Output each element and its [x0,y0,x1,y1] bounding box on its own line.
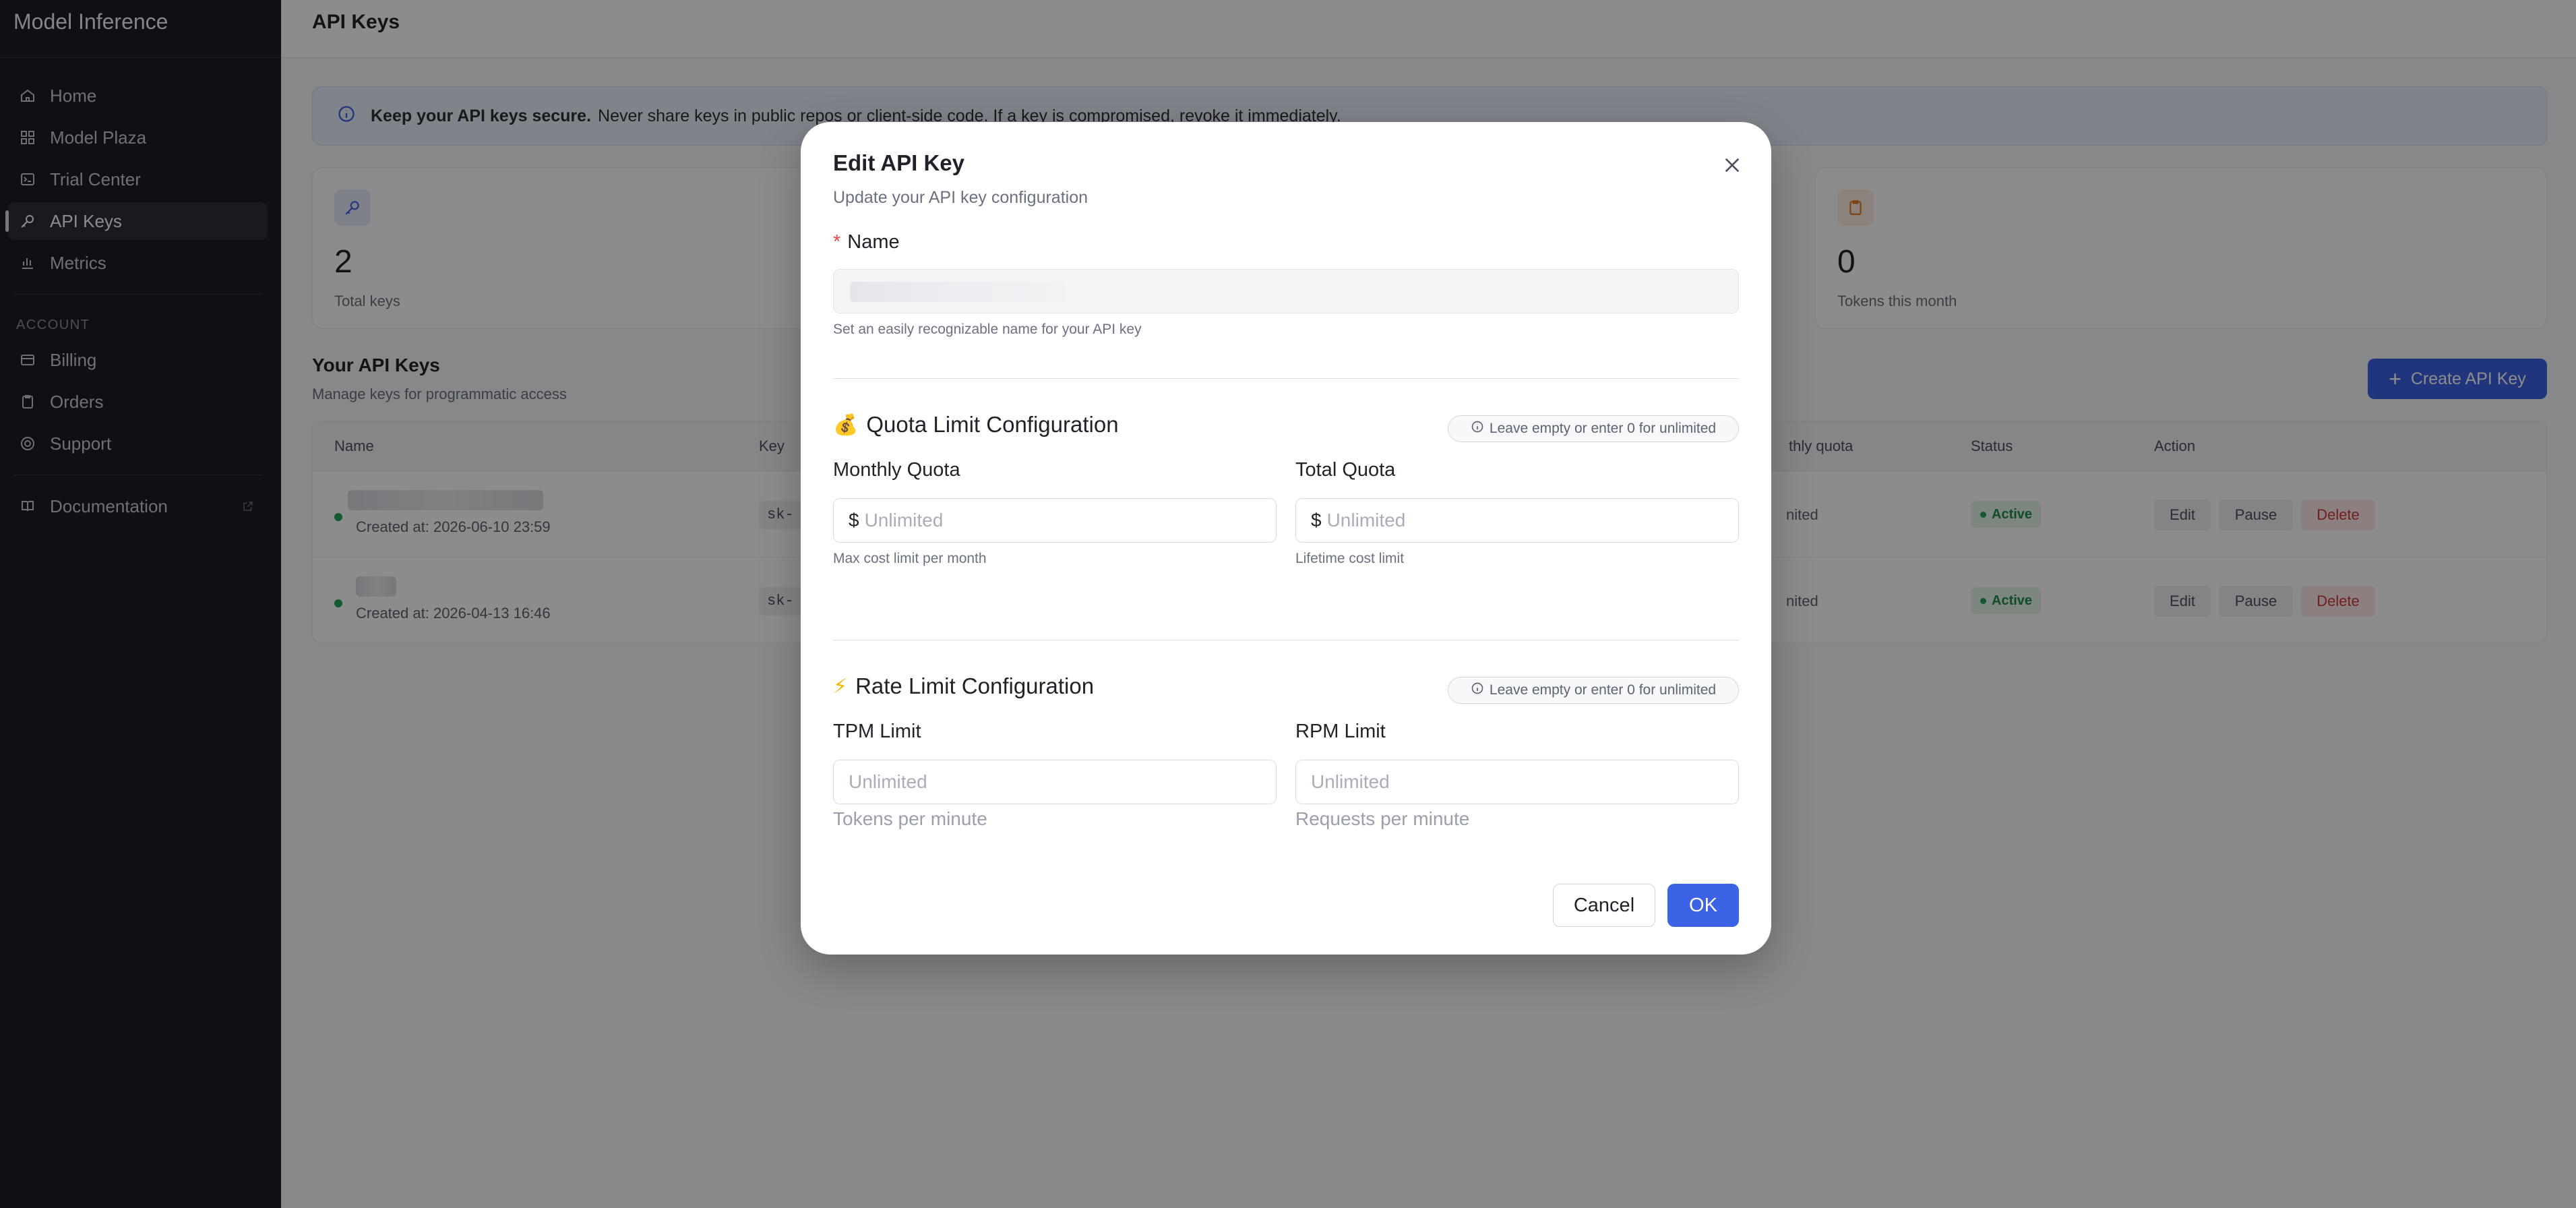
edit-api-key-dialog: Edit API Key Update your API key configu… [801,122,1771,955]
money-bag-icon: 💰 [833,413,859,436]
name-label-text: Name [847,231,900,253]
rpm-placeholder: Unlimited [1311,771,1390,792]
redacted-name-value [850,282,1066,302]
name-input[interactable] [833,269,1739,313]
monthly-quota-input[interactable]: $ Unlimited [833,498,1277,543]
tpm-hint: Tokens per minute [833,808,987,829]
monthly-quota-label: Monthly Quota [833,459,960,481]
total-quota-input[interactable]: $ Unlimited [1295,498,1739,543]
tpm-placeholder: Unlimited [849,771,927,792]
total-quota-placeholder: Unlimited [1326,510,1406,531]
dialog-title: Edit API Key [833,150,964,175]
currency-prefix: $ [1311,510,1322,531]
monthly-quota-hint: Max cost limit per month [833,551,987,566]
unlimited-hint-pill: Leave empty or enter 0 for unlimited [1448,677,1739,704]
quota-section-title: 💰 Quota Limit Configuration [833,412,1119,437]
currency-prefix: $ [849,510,859,531]
dialog-subtitle: Update your API key configuration [833,188,1088,207]
pill-text: Leave empty or enter 0 for unlimited [1489,421,1717,436]
monthly-quota-placeholder: Unlimited [864,510,944,531]
section-divider [833,378,1739,379]
info-icon [1471,682,1484,699]
total-quota-label: Total Quota [1295,459,1396,481]
name-hint: Set an easily recognizable name for your… [833,322,1142,337]
cancel-button[interactable]: Cancel [1553,884,1655,927]
pill-text: Leave empty or enter 0 for unlimited [1489,682,1717,698]
tpm-limit-input[interactable]: Unlimited [833,760,1277,804]
name-field-label: * Name [833,231,900,253]
unlimited-hint-pill: Leave empty or enter 0 for unlimited [1448,415,1739,442]
ok-button[interactable]: OK [1667,884,1739,927]
tpm-limit-label: TPM Limit [833,721,921,742]
total-quota-hint: Lifetime cost limit [1295,551,1405,566]
info-icon [1471,420,1484,437]
quota-section-title-text: Quota Limit Configuration [866,412,1119,437]
rpm-limit-label: RPM Limit [1295,721,1386,742]
lightning-icon: ⚡ [833,675,848,698]
rate-section-title: ⚡ Rate Limit Configuration [833,673,1094,699]
close-icon[interactable] [1716,149,1748,181]
rpm-hint: Requests per minute [1295,808,1470,829]
rate-section-title-text: Rate Limit Configuration [855,673,1095,698]
rpm-limit-input[interactable]: Unlimited [1295,760,1739,804]
required-marker: * [833,231,841,253]
